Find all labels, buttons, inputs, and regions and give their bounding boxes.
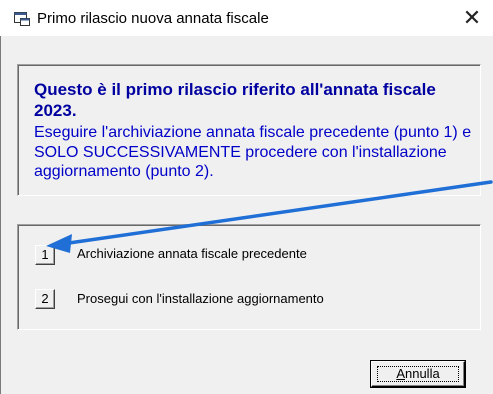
app-window-icon	[14, 12, 30, 26]
info-message: Eseguire l'archiviazione annata fiscale …	[34, 124, 472, 180]
window-border	[0, 36, 1, 394]
close-button[interactable]: ✕	[457, 4, 487, 32]
close-icon: ✕	[462, 5, 482, 31]
option-1-label[interactable]: Archiviazione annata fiscale precedente	[77, 246, 307, 261]
options-panel	[17, 224, 481, 330]
info-heading: Questo è il primo rilascio riferito all'…	[34, 80, 436, 120]
option-2-button[interactable]: 2	[35, 289, 55, 309]
title-bar: Primo rilascio nuova annata fiscale ✕	[0, 0, 493, 36]
cancel-button-focus: Annulla	[377, 366, 459, 382]
info-panel: Questo è il primo rilascio riferito all'…	[17, 64, 481, 196]
cancel-button[interactable]: Annulla	[370, 360, 466, 388]
annotation-arrow	[46, 180, 493, 253]
cancel-label: nnulla	[404, 366, 440, 381]
cancel-accelerator: A	[396, 366, 405, 381]
option-1-button[interactable]: 1	[35, 245, 55, 265]
option-2-label[interactable]: Prosegui con l'installazione aggiornamen…	[77, 291, 324, 306]
window-title: Primo rilascio nuova annata fiscale	[37, 10, 269, 27]
dialog-window: Primo rilascio nuova annata fiscale ✕ Qu…	[0, 0, 493, 394]
